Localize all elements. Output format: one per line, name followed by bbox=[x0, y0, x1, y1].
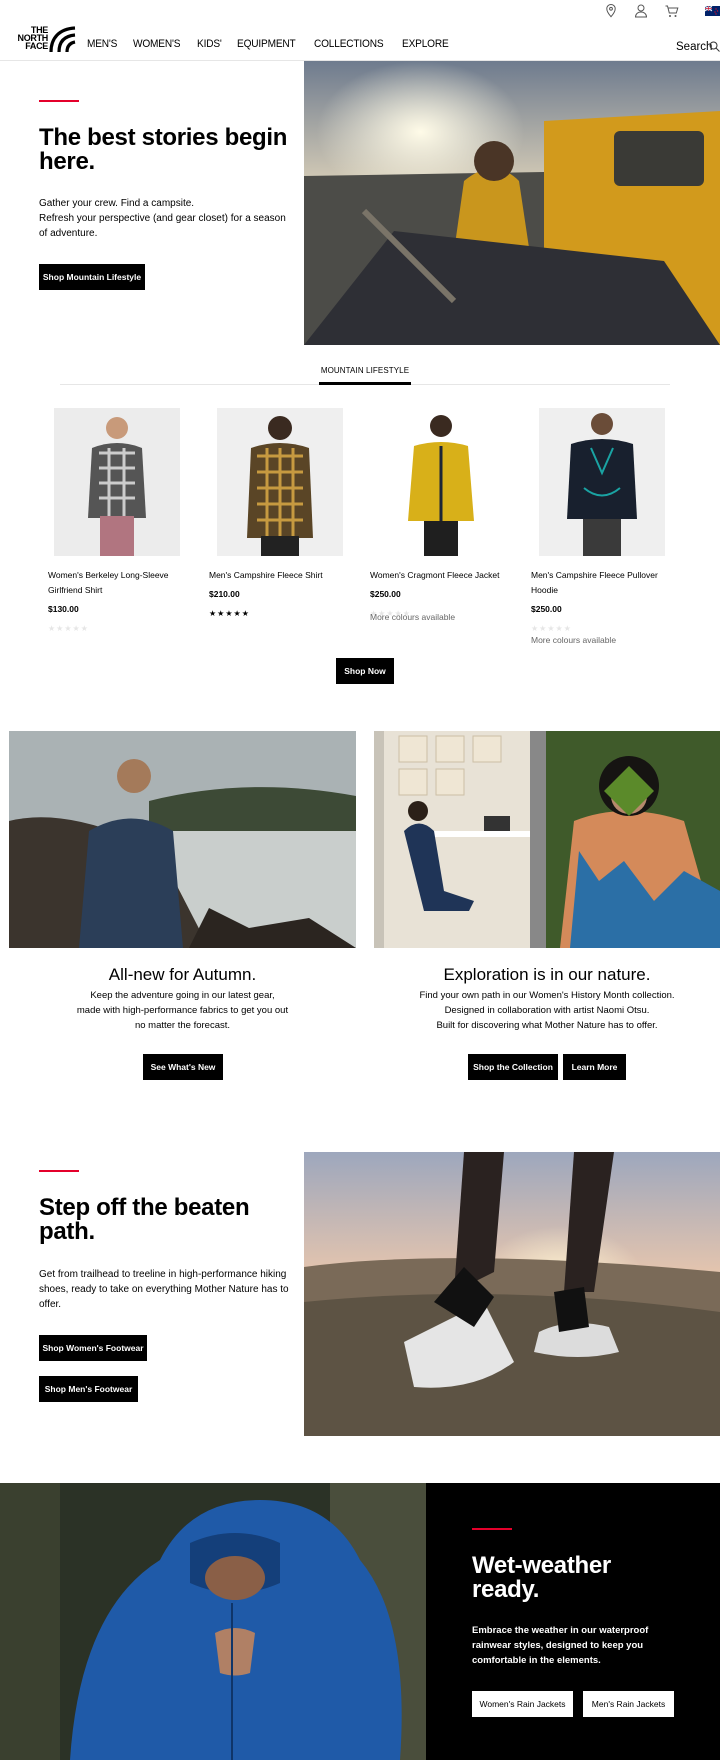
product-name[interactable]: Women's Berkeley Long-Sleeve Girlfriend … bbox=[48, 568, 198, 598]
product-name[interactable]: Women's Cragmont Fleece Jacket bbox=[370, 568, 520, 583]
rating-stars: ★★★★★ bbox=[531, 624, 572, 633]
mens-rain-jackets-button[interactable]: Men's Rain Jackets bbox=[583, 1691, 674, 1717]
rating-stars: ★★★★★ bbox=[48, 624, 89, 633]
shop-mens-footwear-button[interactable]: Shop Men's Footwear bbox=[39, 1376, 138, 1402]
see-whats-new-button[interactable]: See What's New bbox=[143, 1054, 223, 1080]
product-image[interactable] bbox=[539, 408, 665, 556]
accent-rule bbox=[39, 1170, 79, 1172]
hero-image bbox=[304, 61, 720, 345]
nav-mens[interactable]: MEN'S bbox=[87, 38, 117, 50]
hero-title: The best stories begin here. bbox=[39, 124, 288, 175]
footwear-body: Get from trailhead to treeline in high-p… bbox=[39, 1269, 289, 1310]
accent-rule bbox=[39, 100, 79, 102]
search-icon[interactable] bbox=[709, 41, 720, 52]
exploration-promo-line3: Built for discovering what Mother Nature… bbox=[436, 1020, 658, 1031]
product-image[interactable] bbox=[217, 408, 343, 556]
exploration-promo-line2: Designed in collaboration with artist Na… bbox=[444, 1005, 650, 1016]
autumn-promo-body: Keep the adventure going in our latest g… bbox=[9, 988, 356, 1033]
product-image[interactable] bbox=[378, 408, 504, 556]
autumn-promo-line2: made with high-performance fabrics to ge… bbox=[76, 1005, 289, 1016]
search-label[interactable]: Search bbox=[676, 41, 712, 53]
product-price: $130.00 bbox=[48, 604, 79, 614]
nz-flag-icon[interactable] bbox=[705, 6, 720, 16]
product-name[interactable]: Men's Campshire Fleece Shirt bbox=[209, 568, 359, 583]
nav-explore[interactable]: EXPLORE bbox=[402, 38, 449, 50]
product-card[interactable]: Men's Campshire Fleece Shirt $210.00 ★★★… bbox=[209, 408, 359, 618]
nav-equipment[interactable]: EQUIPMENT bbox=[237, 38, 296, 50]
product-card[interactable]: Men's Campshire Fleece Pullover Hoodie $… bbox=[531, 408, 681, 645]
product-price: $250.00 bbox=[370, 589, 401, 599]
cart-icon[interactable] bbox=[664, 3, 680, 19]
rain-body: Embrace the weather in our waterproof ra… bbox=[472, 1625, 649, 1666]
autumn-promo-image[interactable] bbox=[9, 731, 356, 948]
brand-logo[interactable]: THE NORTH FACE bbox=[14, 26, 76, 54]
exploration-promo-title: Exploration is in our nature. bbox=[443, 965, 651, 984]
tab-mountain-lifestyle[interactable]: MOUNTAIN LIFESTYLE bbox=[320, 366, 410, 375]
shop-the-collection-button[interactable]: Shop the Collection bbox=[468, 1054, 558, 1080]
hero-body-line1: Gather your crew. Find a campsite. bbox=[39, 198, 195, 209]
accent-rule bbox=[472, 1528, 512, 1530]
rain-image bbox=[0, 1483, 426, 1760]
rain-panel bbox=[426, 1483, 720, 1760]
more-colours-text[interactable]: More colours available bbox=[531, 635, 681, 645]
product-price: $210.00 bbox=[209, 589, 240, 599]
nav-womens[interactable]: WOMEN'S bbox=[133, 38, 180, 50]
product-name[interactable]: Men's Campshire Fleece Pullover Hoodie bbox=[531, 568, 681, 598]
autumn-promo-line3: no matter the forecast. bbox=[134, 1020, 231, 1031]
product-price: $250.00 bbox=[531, 604, 562, 614]
shop-mountain-lifestyle-button[interactable]: Shop Mountain Lifestyle bbox=[39, 264, 145, 290]
location-pin-icon[interactable] bbox=[603, 3, 619, 19]
rain-title: Wet-weather ready. bbox=[472, 1552, 611, 1603]
hero-body: Gather your crew. Find a campsite. Refre… bbox=[39, 196, 294, 241]
hero-body-line2: Refresh your perspective (and gear close… bbox=[39, 213, 286, 239]
exploration-promo-image[interactable] bbox=[374, 731, 720, 948]
half-dome-logo-icon bbox=[49, 26, 76, 53]
product-card[interactable]: Women's Cragmont Fleece Jacket $250.00 ★… bbox=[370, 408, 520, 622]
product-card[interactable]: Women's Berkeley Long-Sleeve Girlfriend … bbox=[48, 408, 198, 633]
logo-wordmark: THE NORTH FACE bbox=[17, 25, 49, 51]
more-colours-text[interactable]: More colours available bbox=[370, 612, 520, 622]
nav-collections[interactable]: COLLECTIONS bbox=[314, 38, 384, 50]
user-icon[interactable] bbox=[633, 3, 649, 19]
autumn-promo-line1: Keep the adventure going in our latest g… bbox=[90, 990, 275, 1001]
main-nav: MEN'S WOMEN'S KIDS' EQUIPMENT COLLECTION… bbox=[87, 38, 466, 50]
footwear-image bbox=[304, 1152, 720, 1436]
exploration-promo-line1: Find your own path in our Women's Histor… bbox=[419, 990, 675, 1001]
tab-active-indicator bbox=[319, 382, 411, 385]
rating-stars: ★★★★★ bbox=[209, 609, 250, 618]
nav-kids[interactable]: KIDS' bbox=[197, 38, 222, 50]
shop-womens-footwear-button[interactable]: Shop Women's Footwear bbox=[39, 1335, 147, 1361]
autumn-promo-title: All-new for Autumn. bbox=[108, 965, 257, 984]
learn-more-button[interactable]: Learn More bbox=[563, 1054, 626, 1080]
product-image[interactable] bbox=[54, 408, 180, 556]
womens-rain-jackets-button[interactable]: Women's Rain Jackets bbox=[472, 1691, 573, 1717]
shop-now-button[interactable]: Shop Now bbox=[336, 658, 394, 684]
footwear-title: Step off the beaten path. bbox=[39, 1194, 250, 1245]
exploration-promo-body: Find your own path in our Women's Histor… bbox=[374, 988, 720, 1033]
site-header: THE NORTH FACE MEN'S WOMEN'S KIDS' EQUIP… bbox=[0, 0, 720, 61]
